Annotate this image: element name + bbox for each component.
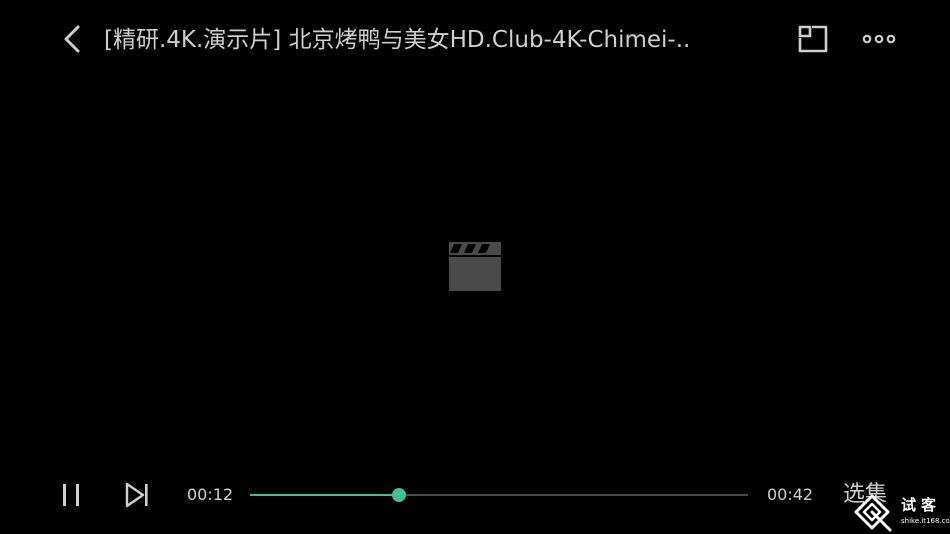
next-button[interactable]: [120, 478, 154, 512]
more-horizontal-icon: [862, 34, 896, 44]
chevron-left-icon: [64, 25, 80, 53]
watermark-site: shike.it168.com: [901, 517, 950, 525]
watermark: 试客 shike.it168.com: [846, 490, 950, 534]
seek-thumb[interactable]: [392, 488, 407, 502]
pause-button[interactable]: [54, 478, 88, 512]
watermark-name: 试客: [901, 496, 942, 514]
video-player[interactable]: [精研.4K.演示片] 北京烤鸭与美女HD.Club-4K-Chimei-..: [0, 0, 950, 534]
picture-in-picture-icon: [798, 25, 828, 53]
video-title: [精研.4K.演示片] 北京烤鸭与美女HD.Club-4K-Chimei-..: [104, 27, 691, 53]
more-options-button[interactable]: [858, 22, 900, 56]
skip-next-icon: [125, 482, 148, 508]
picture-in-picture-button[interactable]: [794, 22, 832, 56]
watermark-logo-icon: [854, 494, 892, 532]
seek-bar[interactable]: [250, 485, 748, 505]
pause-icon: [63, 484, 79, 506]
total-time: 00:42: [767, 485, 814, 504]
back-button[interactable]: [56, 22, 88, 56]
current-time: 00:12: [187, 485, 234, 504]
clapperboard-icon: [449, 242, 501, 291]
seek-progress: [250, 494, 400, 496]
